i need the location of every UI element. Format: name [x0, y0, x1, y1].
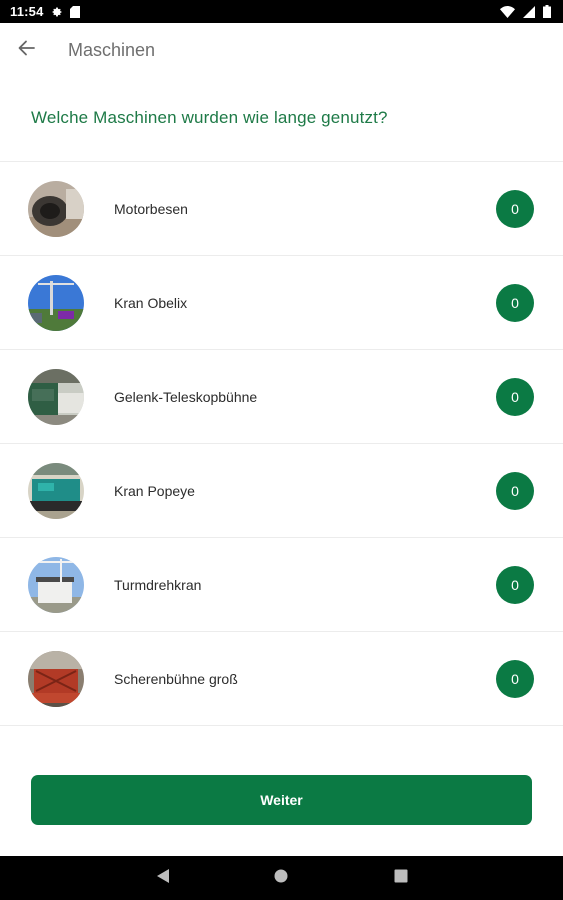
machine-row-gelenk-teleskopbuehne[interactable]: Gelenk-Teleskopbühne 0 [0, 350, 563, 444]
usage-count-badge[interactable]: 0 [496, 189, 534, 228]
machine-label: Motorbesen [114, 200, 188, 217]
machine-label: Kran Popeye [114, 482, 195, 499]
back-triangle-icon [156, 868, 170, 889]
machine-label: Turmdrehkran [114, 576, 202, 593]
battery-icon [543, 5, 551, 18]
machine-row-scherenbuehne-gross[interactable]: Scherenbühne groß 0 [0, 632, 563, 726]
machine-row-kran-obelix[interactable]: Kran Obelix 0 [0, 256, 563, 350]
nav-back-button[interactable] [154, 868, 172, 889]
status-time: 11:54 [10, 4, 44, 19]
machine-photo [28, 651, 84, 707]
machine-photo [28, 181, 84, 237]
status-bar: 11:54 [0, 0, 563, 23]
nav-home-button[interactable] [272, 869, 290, 887]
sim-card-icon [69, 5, 80, 18]
usage-count-badge[interactable]: 0 [496, 659, 534, 698]
home-circle-icon [273, 868, 289, 889]
machine-row-motorbesen[interactable]: Motorbesen 0 [0, 162, 563, 256]
question-heading: Welche Maschinen wurden wie lange genutz… [31, 108, 388, 127]
usage-count-badge[interactable]: 0 [496, 283, 534, 322]
page-title: Maschinen [68, 39, 156, 60]
settings-icon [51, 6, 63, 18]
machine-label: Kran Obelix [114, 294, 188, 311]
machine-photo [28, 463, 84, 519]
next-button[interactable]: Weiter [31, 775, 532, 825]
machine-photo [28, 369, 84, 425]
machine-label: Scherenbühne groß [114, 670, 238, 687]
recents-square-icon [394, 869, 408, 888]
machine-row-turmdrehkran[interactable]: Turmdrehkran 0 [0, 538, 563, 632]
wifi-icon [500, 5, 515, 18]
nav-recents-button[interactable] [392, 869, 410, 887]
arrow-back-icon [17, 39, 35, 62]
machine-label: Gelenk-Teleskopbühne [114, 388, 258, 405]
machine-list: Motorbesen 0 Kran Obelix 0 Gelenk-Telesk… [0, 161, 563, 726]
status-right [500, 5, 551, 18]
back-button[interactable] [2, 26, 50, 74]
usage-count-badge[interactable]: 0 [496, 565, 534, 604]
cellular-icon [523, 5, 535, 18]
app-bar: Maschinen [0, 23, 563, 77]
machine-photo [28, 275, 84, 331]
usage-count-badge[interactable]: 0 [496, 471, 534, 510]
status-left: 11:54 [10, 4, 80, 19]
machine-photo [28, 557, 84, 613]
machine-row-kran-popeye[interactable]: Kran Popeye 0 [0, 444, 563, 538]
usage-count-badge[interactable]: 0 [496, 377, 534, 416]
system-nav-bar [0, 856, 563, 900]
